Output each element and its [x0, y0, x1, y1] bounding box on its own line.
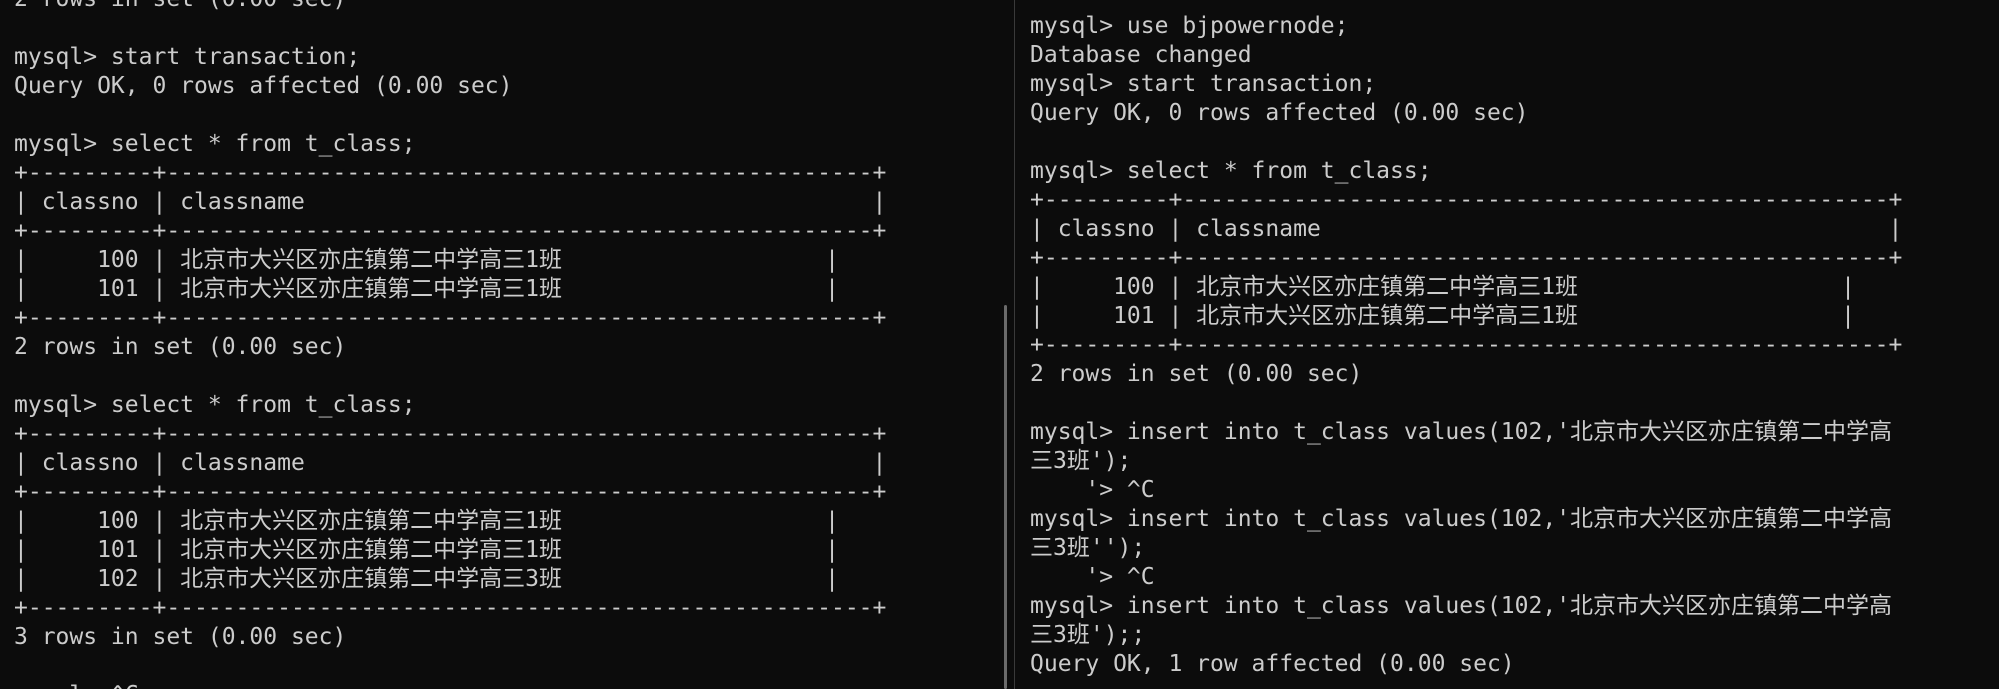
terminal-line: +---------+-----------------------------…: [14, 160, 887, 186]
terminal-line: Query OK, 1 row affected (0.00 sec): [1030, 651, 1515, 677]
terminal-line: 三3班');: [1030, 448, 1132, 474]
terminal-pane-right[interactable]: mysql> use bjpowernode; Database changed m…: [1016, 0, 1999, 689]
terminal-line: | 100 | 北京市大兴区亦庄镇第二中学高三1班 |: [14, 508, 839, 534]
terminal-line: mysql> select * from t_class;: [1030, 158, 1432, 184]
terminal-line: +---------+-----------------------------…: [1030, 332, 1903, 358]
terminal-line: +---------+-----------------------------…: [14, 218, 887, 244]
terminal-line: +---------+-----------------------------…: [14, 595, 887, 621]
terminal-line: 2 rows in set (0.00 sec): [14, 0, 886, 14]
terminal-line: '> ^C: [1030, 477, 1155, 503]
terminal-output-left[interactable]: 2 rows in set (0.00 sec) mysql> start tr…: [14, 0, 886, 689]
terminal-line: +---------+-----------------------------…: [14, 305, 887, 331]
pane-divider-line: [1014, 0, 1015, 689]
scrollbar-thumb[interactable]: [1004, 305, 1007, 689]
terminal-line: mysql> start transaction;: [14, 44, 361, 70]
terminal-line: mysql> insert into t_class values(102,'北…: [1030, 593, 1893, 619]
terminal-line: +---------+-----------------------------…: [1030, 245, 1903, 271]
terminal-line: mysql> select * from t_class;: [14, 131, 416, 157]
terminal-line: mysql> select * from t_class;: [14, 392, 416, 418]
terminal-line: Query OK, 0 rows affected (0.00 sec): [1030, 100, 1529, 126]
terminal-line: | 100 | 北京市大兴区亦庄镇第二中学高三1班 |: [14, 247, 839, 273]
terminal-line: | classno | classname |: [14, 189, 887, 215]
terminal-line: mysql> ^C: [14, 681, 886, 689]
terminal-line: Database changed: [1030, 42, 1252, 68]
terminal-line: 2 rows in set (0.00 sec): [14, 334, 347, 360]
terminal-line: | classno | classname |: [14, 450, 887, 476]
terminal-line: | classno | classname |: [1030, 216, 1903, 242]
terminal-line: | 102 | 北京市大兴区亦庄镇第二中学高三3班 |: [14, 566, 839, 592]
terminal-line: +---------+-----------------------------…: [1030, 187, 1903, 213]
terminal-line: | 101 | 北京市大兴区亦庄镇第二中学高三1班 |: [14, 537, 839, 563]
terminal-line: '> ^C: [1030, 564, 1155, 590]
terminal-line: mysql> use bjpowernode;: [1030, 13, 1349, 39]
terminal-line: mysql> insert into t_class values(102,'北…: [1030, 419, 1893, 445]
terminal-line: 三3班'');: [1030, 535, 1146, 561]
terminal-line: mysql> start transaction;: [1030, 71, 1377, 97]
terminal-line: 3 rows in set (0.00 sec): [14, 624, 347, 650]
terminal-line: | 100 | 北京市大兴区亦庄镇第二中学高三1班 |: [1030, 274, 1855, 300]
terminal-line: Query OK, 0 rows affected (0.00 sec): [14, 73, 513, 99]
terminal-line: | 101 | 北京市大兴区亦庄镇第二中学高三1班 |: [14, 276, 839, 302]
terminal-line: mysql> insert into t_class values(102,'北…: [1030, 506, 1893, 532]
terminal-pane-left[interactable]: 2 rows in set (0.00 sec) mysql> start tr…: [0, 0, 996, 689]
terminal-line: 三3班');;: [1030, 622, 1146, 648]
terminal-output-right[interactable]: mysql> use bjpowernode; Database changed m…: [1030, 12, 1902, 679]
terminal-line: 2 rows in set (0.00 sec): [1030, 361, 1363, 387]
terminal-line: +---------+-----------------------------…: [14, 421, 887, 447]
terminal-line: | 101 | 北京市大兴区亦庄镇第二中学高三1班 |: [1030, 303, 1855, 329]
terminal-line: +---------+-----------------------------…: [14, 479, 887, 505]
